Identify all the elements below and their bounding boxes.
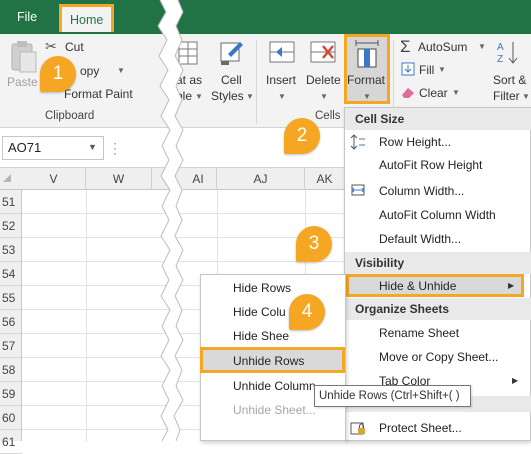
copy-dropdown-icon[interactable]: ▼ xyxy=(117,66,125,75)
row-header[interactable]: 52 xyxy=(0,214,22,238)
fill-caret-icon[interactable]: ▼ xyxy=(438,65,446,74)
callout-step-1: 1 xyxy=(40,56,76,92)
clipboard-group-label: Clipboard xyxy=(45,110,95,122)
row-header[interactable]: 55 xyxy=(0,286,22,310)
cell-styles-line2[interactable]: Styles xyxy=(211,89,244,103)
row-header[interactable]: 57 xyxy=(0,334,22,358)
row-header[interactable]: 60 xyxy=(0,406,22,430)
delete-icon[interactable] xyxy=(309,40,337,69)
row-header[interactable]: 59 xyxy=(0,382,22,406)
column-header-w[interactable]: W xyxy=(86,168,152,190)
format-caret-icon: ▼ xyxy=(363,92,371,101)
callout-step-4: 4 xyxy=(289,294,325,330)
callout-step-3: 3 xyxy=(296,226,332,262)
format-as-table-caret-icon[interactable]: ▼ xyxy=(195,92,203,101)
sort-filter-line2[interactable]: Filter xyxy=(493,89,520,103)
delete-caret-icon[interactable]: ▼ xyxy=(320,92,328,101)
row-header[interactable]: 56 xyxy=(0,310,22,334)
cells-group-label: Cells xyxy=(315,110,341,122)
menu-header-cell-size: Cell Size xyxy=(345,108,531,130)
column-header-v[interactable]: V xyxy=(22,168,86,190)
menu-item-row-height[interactable]: Row Height... xyxy=(379,135,451,149)
menu-header-organize-sheets: Organize Sheets xyxy=(345,298,531,320)
menu-header-visibility: Visibility xyxy=(345,252,531,274)
menu-item-default-width[interactable]: Default Width... xyxy=(379,232,461,246)
submenu-item-hide-rows[interactable]: Hide Rows xyxy=(233,281,291,295)
insert-button[interactable]: Insert xyxy=(266,73,296,87)
menu-item-hide-unhide-label: Hide & Unhide xyxy=(379,279,457,293)
submenu-item-unhide-rows-label: Unhide Rows xyxy=(233,354,305,368)
svg-text:Z: Z xyxy=(497,54,503,65)
name-box-dropdown-icon[interactable]: ▼ xyxy=(88,142,97,152)
fill-icon[interactable] xyxy=(401,62,415,79)
clear-button[interactable]: Clear xyxy=(419,86,448,100)
row-height-icon xyxy=(350,134,366,150)
submenu-arrow-icon: ▶ xyxy=(508,281,515,290)
menu-item-protect-sheet[interactable]: Protect Sheet... xyxy=(379,421,462,435)
column-header-ak[interactable]: AK xyxy=(305,168,345,190)
paste-button[interactable]: Paste xyxy=(7,75,38,89)
clear-icon[interactable] xyxy=(400,85,416,102)
submenu-item-unhide-columns[interactable]: Unhide Column xyxy=(233,379,316,393)
column-width-icon xyxy=(350,182,366,198)
sort-filter-icon[interactable]: AZ xyxy=(495,38,525,69)
copy-button[interactable]: opy xyxy=(80,64,99,78)
menu-item-move-copy-sheet[interactable]: Move or Copy Sheet... xyxy=(379,350,498,364)
clear-caret-icon[interactable]: ▼ xyxy=(452,88,460,97)
protect-sheet-icon xyxy=(350,420,366,436)
menu-item-column-width[interactable]: Column Width... xyxy=(379,184,464,198)
row-header[interactable]: 53 xyxy=(0,238,22,262)
cut-button[interactable]: Cut xyxy=(65,40,84,54)
row-header[interactable]: 58 xyxy=(0,358,22,382)
row-header-column: 51 52 53 54 55 56 57 58 59 60 61 xyxy=(0,190,22,454)
format-icon xyxy=(353,38,381,73)
autosum-caret-icon[interactable]: ▼ xyxy=(478,42,486,51)
submenu-item-hide-columns[interactable]: Hide Colu xyxy=(233,305,286,319)
grid-line xyxy=(86,190,87,441)
submenu-item-unhide-sheet: Unhide Sheet... xyxy=(233,403,316,417)
tab-home[interactable]: Home xyxy=(59,4,115,32)
fill-button[interactable]: Fill xyxy=(419,63,434,77)
submenu-item-hide-sheet[interactable]: Hide Shee xyxy=(233,329,289,343)
formula-bar-dots-icon: ⋮ xyxy=(108,140,122,156)
cut-icon[interactable]: ✂ xyxy=(45,38,57,55)
menu-item-autofit-column-width[interactable]: AutoFit Column Width xyxy=(379,208,496,222)
menu-item-rename-sheet[interactable]: Rename Sheet xyxy=(379,326,459,340)
autosum-button[interactable]: AutoSum xyxy=(418,40,467,54)
menu-item-autofit-row-height[interactable]: AutoFit Row Height xyxy=(379,158,482,172)
tab-color-arrow-icon: ▶ xyxy=(512,376,519,385)
format-painter-button[interactable]: Format Paint xyxy=(64,87,133,101)
svg-text:A: A xyxy=(497,42,504,53)
autosum-icon[interactable]: Σ xyxy=(400,37,411,57)
insert-caret-icon[interactable]: ▼ xyxy=(278,92,286,101)
cell-styles-line1[interactable]: Cell xyxy=(221,73,242,87)
delete-button[interactable]: Delete xyxy=(306,73,341,87)
row-header[interactable]: 51 xyxy=(0,190,22,214)
column-header-aj[interactable]: AJ xyxy=(217,168,305,190)
row-header[interactable]: 61 xyxy=(0,430,22,454)
insert-icon[interactable] xyxy=(268,40,296,69)
torn-edge-divider xyxy=(157,0,184,441)
cell-styles-icon[interactable] xyxy=(218,40,244,71)
ribbon-tab-bar: File Home xyxy=(0,0,531,34)
cell-styles-caret-icon[interactable]: ▼ xyxy=(246,92,254,101)
ribbon-separator xyxy=(256,40,257,124)
tab-file[interactable]: File xyxy=(8,6,46,28)
unhide-rows-tooltip: Unhide Rows (Ctrl+Shift+( ) xyxy=(314,385,471,407)
select-all-icon[interactable] xyxy=(3,174,11,182)
row-header[interactable]: 54 xyxy=(0,262,22,286)
callout-step-2: 2 xyxy=(284,118,320,154)
sort-filter-line1[interactable]: Sort & xyxy=(493,73,526,87)
sort-filter-caret-icon[interactable]: ▼ xyxy=(522,92,530,101)
format-label: Format xyxy=(347,73,386,87)
paste-icon[interactable] xyxy=(8,40,38,74)
